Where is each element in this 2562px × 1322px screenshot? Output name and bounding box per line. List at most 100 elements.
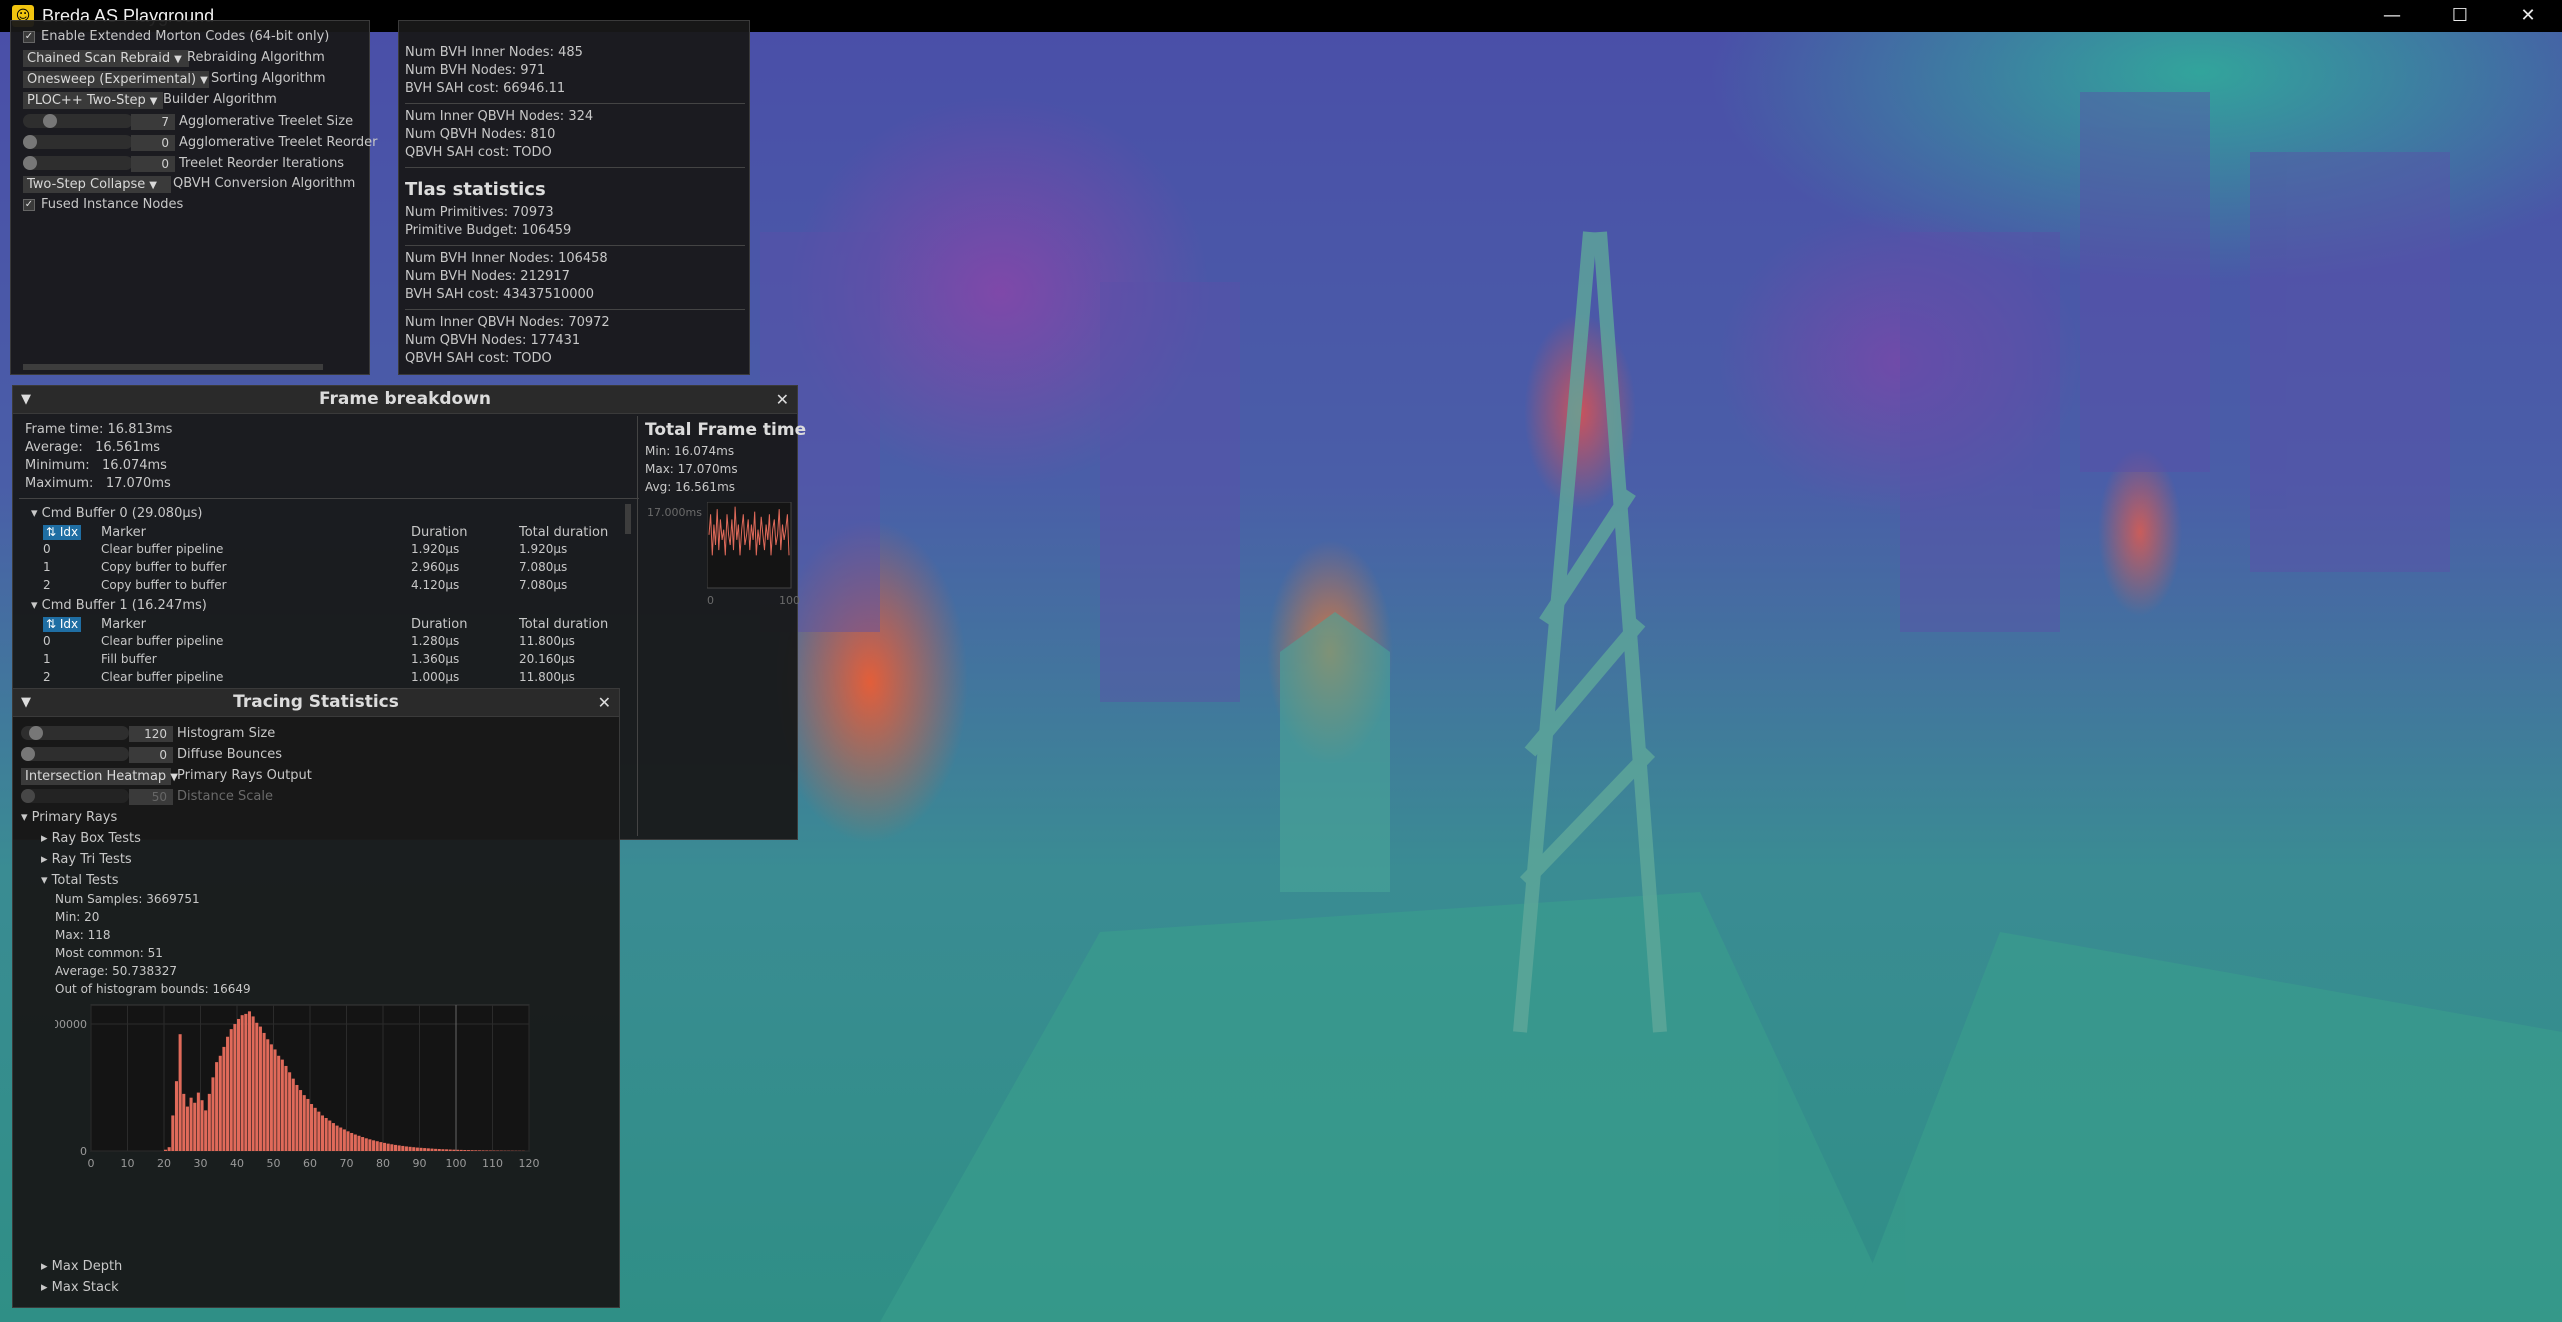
- frame-plot-ylabel: 17.000ms: [647, 506, 702, 519]
- histogram-bar: [419, 1147, 423, 1151]
- cmd-buffer-0-toggle[interactable]: ▾ Cmd Buffer 0 (29.080µs): [31, 506, 202, 521]
- row-marker: Copy buffer to buffer: [101, 578, 227, 592]
- total-min: Min: 16.074ms: [645, 444, 735, 458]
- frame-maximum: Maximum: 17.070ms: [25, 476, 171, 491]
- primary-output-combo[interactable]: Intersection Heatmap ▼: [21, 768, 178, 785]
- blas-stat-line: QBVH SAH cost: TODO: [405, 145, 552, 160]
- treelet-size-value[interactable]: 7: [131, 114, 175, 130]
- diffuse-bounces-slider[interactable]: [21, 747, 129, 761]
- histogram-bar: [445, 1149, 449, 1151]
- cmd-buffer-1-toggle[interactable]: ▾ Cmd Buffer 1 (16.247ms): [31, 598, 207, 613]
- histogram-bar: [346, 1131, 350, 1151]
- histogram-bar: [342, 1129, 346, 1151]
- y-tick-label: 0: [80, 1145, 87, 1158]
- collapse-triangle-icon[interactable]: ▼: [21, 689, 31, 716]
- histogram-bar: [320, 1115, 324, 1151]
- histogram-bar: [477, 1150, 481, 1151]
- ray-box-toggle[interactable]: ▸ Ray Box Tests: [41, 831, 141, 846]
- primary-rays-toggle[interactable]: ▾ Primary Rays: [21, 810, 117, 825]
- row-duration: 4.120µs: [411, 578, 460, 592]
- histogram-size-value[interactable]: 120: [129, 726, 173, 742]
- idx-column-header[interactable]: ⇅ Idx: [43, 617, 82, 632]
- builder-combo[interactable]: PLOC++ Two-Step ▼: [23, 92, 163, 109]
- frame-breakdown-titlebar[interactable]: ▼ Frame breakdown ✕: [13, 386, 797, 414]
- close-icon[interactable]: ✕: [776, 386, 789, 413]
- reorder-iterations-value[interactable]: 0: [131, 156, 175, 172]
- frame-time-plot: [707, 502, 792, 589]
- histogram-bar: [280, 1059, 284, 1151]
- histogram-bar: [207, 1093, 211, 1151]
- ray-box-label: Ray Box Tests: [51, 831, 141, 846]
- distance-scale-label: Distance Scale: [177, 789, 273, 804]
- minimize-button[interactable]: —: [2358, 0, 2426, 32]
- slider-knob[interactable]: [43, 114, 57, 128]
- slider-knob[interactable]: [29, 726, 43, 740]
- slider-knob[interactable]: [21, 747, 35, 761]
- histogram-bar: [273, 1049, 277, 1151]
- total-duration-header[interactable]: Total duration: [519, 617, 608, 632]
- total-duration-header[interactable]: Total duration: [519, 525, 608, 540]
- rebraiding-combo[interactable]: Chained Scan Rebraid ▼: [23, 50, 189, 67]
- maximize-button[interactable]: ☐: [2426, 0, 2494, 32]
- idx-label: Idx: [59, 525, 79, 539]
- qbvh-conversion-combo[interactable]: Two-Step Collapse ▼: [23, 176, 171, 193]
- histogram-bar: [415, 1147, 419, 1151]
- extended-morton-checkbox[interactable]: ✓: [23, 31, 35, 43]
- ray-tri-toggle[interactable]: ▸ Ray Tri Tests: [41, 852, 132, 867]
- distance-scale-value: 50: [129, 789, 173, 805]
- histogram-bar: [262, 1032, 266, 1151]
- tracing-titlebar[interactable]: ▼ Tracing Statistics ✕: [13, 689, 619, 717]
- histogram-bar: [353, 1134, 357, 1151]
- close-button[interactable]: ✕: [2494, 0, 2562, 32]
- duration-header[interactable]: Duration: [411, 617, 467, 632]
- histogram-bar: [185, 1106, 189, 1151]
- slider-knob[interactable]: [23, 135, 37, 149]
- x-tick-label: 80: [376, 1157, 390, 1170]
- marker-header[interactable]: Marker: [101, 525, 146, 540]
- collapse-triangle-icon[interactable]: ▼: [21, 386, 31, 413]
- marker-header[interactable]: Marker: [101, 617, 146, 632]
- x-tick-label: 120: [519, 1157, 540, 1170]
- histogram-bar: [390, 1144, 394, 1151]
- slider-knob[interactable]: [23, 156, 37, 170]
- sorting-value: Onesweep (Experimental): [27, 72, 197, 87]
- close-icon[interactable]: ✕: [598, 689, 611, 716]
- divider: [19, 498, 639, 499]
- histogram-bar: [361, 1137, 365, 1151]
- row-idx: 0: [43, 542, 51, 556]
- duration-header[interactable]: Duration: [411, 525, 467, 540]
- histogram-bar: [372, 1140, 376, 1151]
- frame-time: Frame time: 16.813ms: [25, 422, 173, 437]
- histogram-bar: [182, 1093, 186, 1151]
- row-duration: 1.920µs: [411, 542, 460, 556]
- sorting-combo[interactable]: Onesweep (Experimental) ▼: [23, 71, 209, 88]
- treelet-reorder-value[interactable]: 0: [131, 135, 175, 151]
- row-total: 7.080µs: [519, 560, 568, 574]
- idx-column-header[interactable]: ⇅ Idx: [43, 525, 82, 540]
- histogram-bar: [269, 1044, 273, 1151]
- horizontal-scrollbar[interactable]: [23, 364, 323, 370]
- histogram-bar: [324, 1117, 328, 1151]
- treelet-size-slider[interactable]: [23, 114, 133, 128]
- treelet-reorder-slider[interactable]: [23, 135, 133, 149]
- histogram-bar: [350, 1132, 354, 1151]
- fused-instance-checkbox[interactable]: ✓: [23, 199, 35, 211]
- histogram-bar: [189, 1097, 193, 1151]
- total-max: Max: 17.070ms: [645, 462, 738, 476]
- vertical-scrollbar[interactable]: [625, 504, 631, 534]
- intersection-histogram: 0 10 20 30 40 50 60 70 80 90 100 110 120 0 100000: [55, 1004, 540, 1170]
- reorder-iterations-slider[interactable]: [23, 156, 133, 170]
- tlas-title: Tlas statistics: [405, 179, 546, 200]
- max-stack-toggle[interactable]: ▸ Max Stack: [41, 1280, 119, 1295]
- histogram-bar: [284, 1065, 288, 1151]
- row-total: 11.800µs: [519, 634, 575, 648]
- total-tests-toggle[interactable]: ▾ Total Tests: [41, 873, 119, 888]
- histogram-bar: [218, 1055, 222, 1151]
- row-duration: 1.360µs: [411, 652, 460, 666]
- max-depth-toggle[interactable]: ▸ Max Depth: [41, 1259, 122, 1274]
- diffuse-bounces-value[interactable]: 0: [129, 747, 173, 763]
- histogram-bar: [251, 1016, 255, 1151]
- reorder-iterations-label: Treelet Reorder Iterations: [179, 156, 345, 171]
- cmd-buffer-0-name: Cmd Buffer 0 (29.080µs): [41, 506, 203, 521]
- histogram-size-slider[interactable]: [21, 726, 129, 740]
